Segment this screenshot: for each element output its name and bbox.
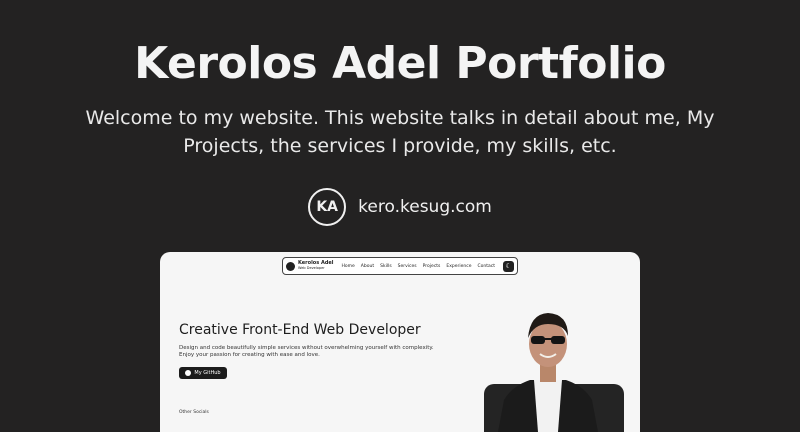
website-preview: Kerolos Adel Web Developer Home About Sk… xyxy=(160,252,640,432)
preview-logo-icon xyxy=(286,261,295,271)
page-title: Kerolos Adel Portfolio xyxy=(134,38,666,89)
profile-photo xyxy=(498,313,598,432)
preview-navbar: Kerolos Adel Web Developer Home About Sk… xyxy=(282,257,518,275)
ka-logo-icon: KA xyxy=(308,188,347,226)
page-subtitle: Welcome to my website. This website talk… xyxy=(85,107,715,157)
site-link[interactable]: KA kero.kesug.com xyxy=(0,188,800,226)
preview-nav-about: About xyxy=(360,263,375,269)
preview-nav-contact: Contact xyxy=(477,263,496,269)
preview-nav-experience: Experience xyxy=(446,263,472,269)
preview-hero-description: Design and code beautifully simple servi… xyxy=(179,345,434,358)
preview-brand-tagline: Web Developer xyxy=(298,266,325,270)
preview-nav-home: Home xyxy=(341,263,355,269)
preview-github-button: My GitHub xyxy=(179,367,227,379)
preview-nav-skills: Skills xyxy=(380,263,392,269)
preview-nav-services: Services xyxy=(397,263,417,269)
site-url[interactable]: kero.kesug.com xyxy=(358,197,492,217)
preview-theme-toggle-icon: ☾ xyxy=(503,260,514,272)
preview-github-label: My GitHub xyxy=(194,370,221,376)
preview-nav-projects: Projects xyxy=(422,263,441,269)
preview-hero-title: Creative Front-End Web Developer xyxy=(179,322,421,338)
preview-other-socials: Other Socials xyxy=(179,410,209,415)
github-icon xyxy=(185,370,192,376)
preview-brand: Kerolos Adel Web Developer xyxy=(298,261,334,271)
